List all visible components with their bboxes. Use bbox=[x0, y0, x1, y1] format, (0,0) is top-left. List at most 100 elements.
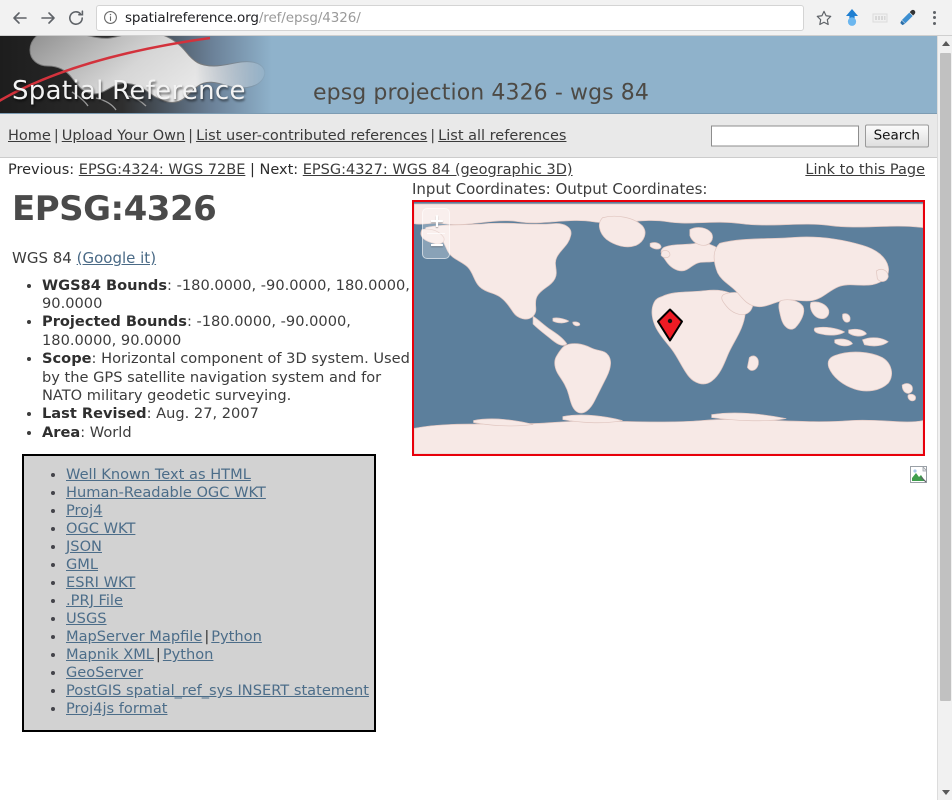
list-item: Proj4 bbox=[66, 502, 374, 520]
nav-item-list-user-contributed[interactable]: List user-contributed references bbox=[196, 128, 427, 144]
link-well-known-text-as-html[interactable]: Well Known Text as HTML bbox=[66, 466, 251, 483]
link-proj4[interactable]: Proj4 bbox=[66, 502, 103, 519]
url-text: spatialreference.org/ref/epsg/4326/ bbox=[125, 10, 361, 26]
link-esri-wkt[interactable]: ESRI WKT bbox=[66, 574, 135, 591]
link-pipe: | bbox=[155, 646, 161, 664]
list-item: JSON bbox=[66, 538, 374, 556]
link-json[interactable]: JSON bbox=[66, 538, 102, 555]
facts-list: WGS84 Bounds: -180.0000, -90.0000, 180.0… bbox=[12, 277, 410, 442]
link-geoserver[interactable]: GeoServer bbox=[66, 664, 143, 681]
list-item: Proj4js format bbox=[66, 700, 374, 718]
list-item: Well Known Text as HTML bbox=[66, 466, 374, 484]
back-button[interactable] bbox=[6, 4, 34, 32]
previous-link[interactable]: EPSG:4324: WGS 72BE bbox=[79, 162, 246, 178]
list-item: Human-Readable OGC WKT bbox=[66, 484, 374, 502]
search-area: Search bbox=[710, 124, 929, 147]
list-item: .PRJ File bbox=[66, 592, 374, 610]
nav-links: Home | Upload Your Own | List user-contribut… bbox=[8, 128, 566, 144]
fact-label: Area bbox=[42, 423, 81, 441]
eyedropper-icon[interactable] bbox=[894, 4, 922, 32]
fact-projected-bounds: Projected Bounds: -180.0000, -90.0000, 1… bbox=[42, 313, 410, 350]
list-item: Mapnik XML|Python bbox=[66, 646, 374, 664]
link-mapnik-xml[interactable]: Mapnik XML bbox=[66, 646, 154, 663]
scrollbar-thumb[interactable] bbox=[940, 53, 951, 701]
nav-separator-2: | bbox=[188, 127, 194, 144]
nav-item-home[interactable]: Home bbox=[8, 128, 51, 144]
previous-label: Previous: bbox=[8, 162, 75, 178]
map-marker-pin[interactable] bbox=[656, 308, 684, 342]
link-proj4js-format[interactable]: Proj4js format bbox=[66, 700, 167, 717]
reload-button[interactable] bbox=[62, 4, 90, 32]
coordinates-label: Input Coordinates: Output Coordinates: bbox=[412, 180, 708, 198]
link-gml[interactable]: GML bbox=[66, 556, 98, 573]
zoom-in-button[interactable]: + bbox=[425, 211, 449, 232]
fact-value: : Aug. 27, 2007 bbox=[146, 405, 259, 423]
link-mapnik-python[interactable]: Python bbox=[163, 646, 214, 663]
link-prj-file[interactable]: .PRJ File bbox=[66, 592, 123, 609]
page-title: epsg projection 4326 - wgs 84 bbox=[313, 80, 650, 106]
browser-toolbar: spatialreference.org/ref/epsg/4326/ bbox=[0, 0, 952, 36]
prevnext-separator: | bbox=[249, 162, 255, 178]
nav-separator-1: | bbox=[53, 127, 59, 144]
vertical-scrollbar[interactable] bbox=[937, 36, 952, 800]
world-map[interactable]: + − bbox=[412, 200, 925, 456]
three-dot-menu-icon[interactable] bbox=[922, 10, 946, 25]
link-ogc-wkt[interactable]: OGC WKT bbox=[66, 520, 135, 537]
link-to-this-page[interactable]: Link to this Page bbox=[805, 162, 925, 178]
left-column: EPSG:4326 WGS 84 (Google it) WGS84 Bound… bbox=[12, 189, 410, 442]
fact-area: Area: World bbox=[42, 424, 410, 442]
bookmark-star-icon[interactable] bbox=[812, 6, 836, 30]
zoom-out-button[interactable]: − bbox=[425, 235, 449, 256]
link-usgs[interactable]: USGS bbox=[66, 610, 107, 627]
fact-label: Projected Bounds bbox=[42, 313, 187, 331]
next-link[interactable]: EPSG:4327: WGS 84 (geographic 3D) bbox=[303, 162, 573, 178]
format-links-box: Well Known Text as HTML Human-Readable O… bbox=[22, 454, 376, 733]
site-nav-bar: Home | Upload Your Own | List user-contribut… bbox=[0, 114, 937, 158]
format-links-list: Well Known Text as HTML Human-Readable O… bbox=[24, 466, 374, 718]
broken-image-icon bbox=[910, 466, 928, 483]
epsg-name: WGS 84 bbox=[12, 248, 72, 267]
fact-label: Last Revised bbox=[42, 405, 147, 423]
extension-icon-disabled[interactable] bbox=[866, 4, 894, 32]
fact-label: Scope bbox=[42, 350, 92, 368]
search-button[interactable]: Search bbox=[864, 124, 929, 147]
nav-separator-3: | bbox=[430, 127, 436, 144]
forward-button[interactable] bbox=[34, 4, 62, 32]
list-item: USGS bbox=[66, 610, 374, 628]
fact-wgs84-bounds: WGS84 Bounds: -180.0000, -90.0000, 180.0… bbox=[42, 277, 410, 314]
info-circle-icon[interactable] bbox=[103, 10, 118, 25]
address-bar[interactable]: spatialreference.org/ref/epsg/4326/ bbox=[96, 4, 804, 31]
next-label: Next: bbox=[259, 162, 299, 178]
map-zoom-control: + − bbox=[422, 208, 450, 259]
link-pipe: | bbox=[204, 628, 210, 646]
link-human-readable-ogc-wkt[interactable]: Human-Readable OGC WKT bbox=[66, 484, 266, 501]
fact-label: WGS84 Bounds bbox=[42, 276, 168, 294]
fact-value: : World bbox=[80, 423, 132, 441]
site-logo-text[interactable]: Spatial Reference bbox=[12, 76, 246, 106]
list-item: GML bbox=[66, 556, 374, 574]
page-viewport: Spatial Reference epsg projection 4326 -… bbox=[0, 36, 937, 800]
url-domain: spatialreference.org bbox=[125, 9, 259, 26]
scroll-up-arrow[interactable] bbox=[938, 36, 952, 51]
search-input[interactable] bbox=[710, 125, 859, 146]
list-item: PostGIS spatial_ref_sys INSERT statement bbox=[66, 682, 374, 700]
scroll-down-arrow[interactable] bbox=[938, 785, 952, 800]
site-banner: Spatial Reference epsg projection 4326 -… bbox=[0, 36, 937, 114]
link-mapserver-python[interactable]: Python bbox=[211, 628, 262, 645]
google-it-link[interactable]: (Google it) bbox=[77, 249, 156, 267]
list-item: GeoServer bbox=[66, 664, 374, 682]
list-item: ESRI WKT bbox=[66, 574, 374, 592]
fact-value: : Horizontal component of 3D system. Use… bbox=[42, 350, 410, 404]
list-item: OGC WKT bbox=[66, 520, 374, 538]
url-path: /ref/epsg/4326/ bbox=[258, 9, 361, 26]
link-mapserver-mapfile[interactable]: MapServer Mapfile bbox=[66, 628, 202, 645]
list-item: MapServer Mapfile|Python bbox=[66, 628, 374, 646]
fact-scope: Scope: Horizontal component of 3D system… bbox=[42, 350, 410, 405]
nav-item-list-all-references[interactable]: List all references bbox=[438, 128, 566, 144]
epsg-subtitle: WGS 84 (Google it) bbox=[12, 249, 410, 267]
epsg-code-title: EPSG:4326 bbox=[12, 189, 217, 229]
extension-icon[interactable] bbox=[838, 4, 866, 32]
nav-item-upload-your-own[interactable]: Upload Your Own bbox=[62, 128, 185, 144]
link-postgis-insert[interactable]: PostGIS spatial_ref_sys INSERT statement bbox=[66, 682, 369, 699]
fact-last-revised: Last Revised: Aug. 27, 2007 bbox=[42, 405, 410, 423]
